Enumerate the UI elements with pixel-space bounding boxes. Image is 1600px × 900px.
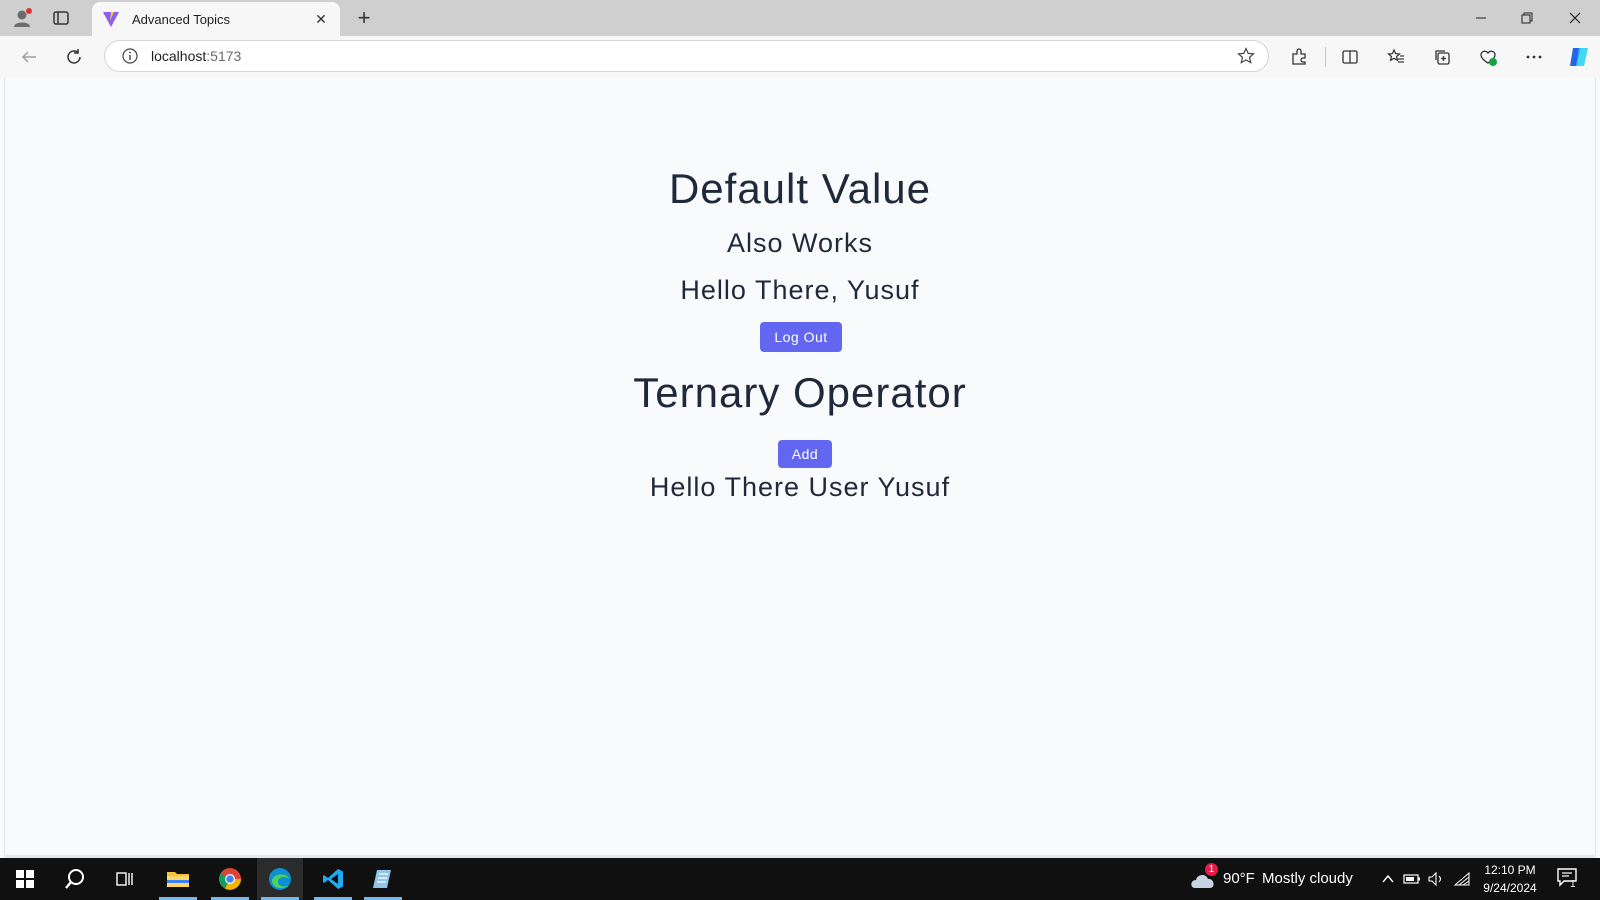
- new-tab-icon[interactable]: +: [348, 4, 380, 32]
- vite-icon: [102, 10, 120, 28]
- split-screen-icon[interactable]: [1334, 41, 1366, 73]
- weather-widget[interactable]: 1 90°F Mostly cloudy: [1188, 858, 1358, 900]
- profile-icon: [14, 8, 32, 27]
- folder-icon: [167, 872, 189, 887]
- weather-temp: 90°F: [1223, 870, 1255, 887]
- back-icon[interactable]: [13, 41, 45, 73]
- clock-date: 9/24/2024: [1483, 881, 1537, 895]
- weather-desc: Mostly cloudy: [1262, 870, 1353, 887]
- extensions-icon[interactable]: [1283, 41, 1315, 73]
- task-view-icon: [116, 872, 133, 886]
- browser-toolbar: localhost:5173: [0, 36, 1600, 78]
- clock-time: 12:10 PM: [1484, 863, 1536, 877]
- tab-title: Advanced Topics: [132, 11, 231, 27]
- profile-button[interactable]: [6, 4, 38, 32]
- collections-icon[interactable]: [1426, 41, 1458, 73]
- toolbar-separator: [1325, 47, 1326, 67]
- taskbar: 1 90°F Mostly cloudy 12:10 PM 9/24/2024 …: [0, 858, 1600, 900]
- weather-alert-badge: 1: [1205, 863, 1218, 876]
- file-explorer-button[interactable]: [155, 858, 201, 900]
- chrome-button[interactable]: [207, 858, 253, 900]
- start-button[interactable]: [2, 858, 48, 900]
- default-value-heading: Default Value: [668, 165, 932, 212]
- windows-icon: [16, 870, 34, 888]
- search-icon: [65, 869, 84, 889]
- notepad-icon: [373, 870, 391, 888]
- close-window-icon[interactable]: [1552, 0, 1598, 36]
- also-works-text: Also Works: [726, 228, 874, 258]
- vscode-button[interactable]: [310, 858, 356, 900]
- battery-icon[interactable]: [1402, 868, 1422, 890]
- notepad-button[interactable]: [360, 858, 406, 900]
- tab-strip: Advanced Topics ✕ +: [0, 0, 1600, 36]
- chrome-icon: [219, 868, 241, 890]
- edge-icon: [269, 868, 291, 890]
- url-text[interactable]: localhost:5173: [151, 48, 1232, 64]
- hello-there-user-text: Hello There User Yusuf: [649, 472, 951, 502]
- copilot-icon[interactable]: [1563, 41, 1595, 73]
- chevron-up-icon[interactable]: [1378, 868, 1398, 890]
- hello-user-text: Hello There, Yusuf: [680, 275, 920, 305]
- search-button[interactable]: [52, 858, 98, 900]
- edge-button[interactable]: [257, 858, 303, 900]
- restore-icon[interactable]: [1504, 0, 1550, 36]
- site-info-icon[interactable]: [119, 45, 141, 67]
- url-host: localhost: [151, 48, 207, 64]
- wifi-icon[interactable]: [1452, 868, 1472, 890]
- minimize-icon[interactable]: [1458, 0, 1504, 36]
- url-port: :5173: [206, 48, 242, 64]
- browser-essentials-icon[interactable]: [1472, 41, 1504, 73]
- vscode-icon: [323, 869, 343, 889]
- notifications-button[interactable]: 1: [1556, 866, 1584, 894]
- clock[interactable]: 12:10 PM 9/24/2024: [1470, 861, 1550, 897]
- more-options-icon[interactable]: [1518, 41, 1550, 73]
- refresh-icon[interactable]: [58, 41, 90, 73]
- notification-count: 1: [1570, 879, 1576, 890]
- favorite-star-icon[interactable]: [1232, 42, 1260, 70]
- add-button[interactable]: Add: [778, 440, 832, 468]
- tab-actions-icon: [53, 11, 69, 25]
- tab-advanced-topics[interactable]: Advanced Topics ✕: [92, 2, 340, 36]
- tab-actions-button[interactable]: [45, 4, 77, 32]
- favorites-icon[interactable]: [1380, 41, 1412, 73]
- ternary-operator-heading: Ternary Operator: [633, 369, 967, 416]
- tab-close-icon[interactable]: ✕: [312, 10, 330, 28]
- task-view-button[interactable]: [102, 858, 148, 900]
- page-viewport: Default Value Also Works Hello There, Yu…: [4, 78, 1596, 855]
- volume-icon[interactable]: [1426, 868, 1446, 890]
- address-bar[interactable]: localhost:5173: [104, 40, 1269, 72]
- logout-button[interactable]: Log Out: [760, 322, 842, 352]
